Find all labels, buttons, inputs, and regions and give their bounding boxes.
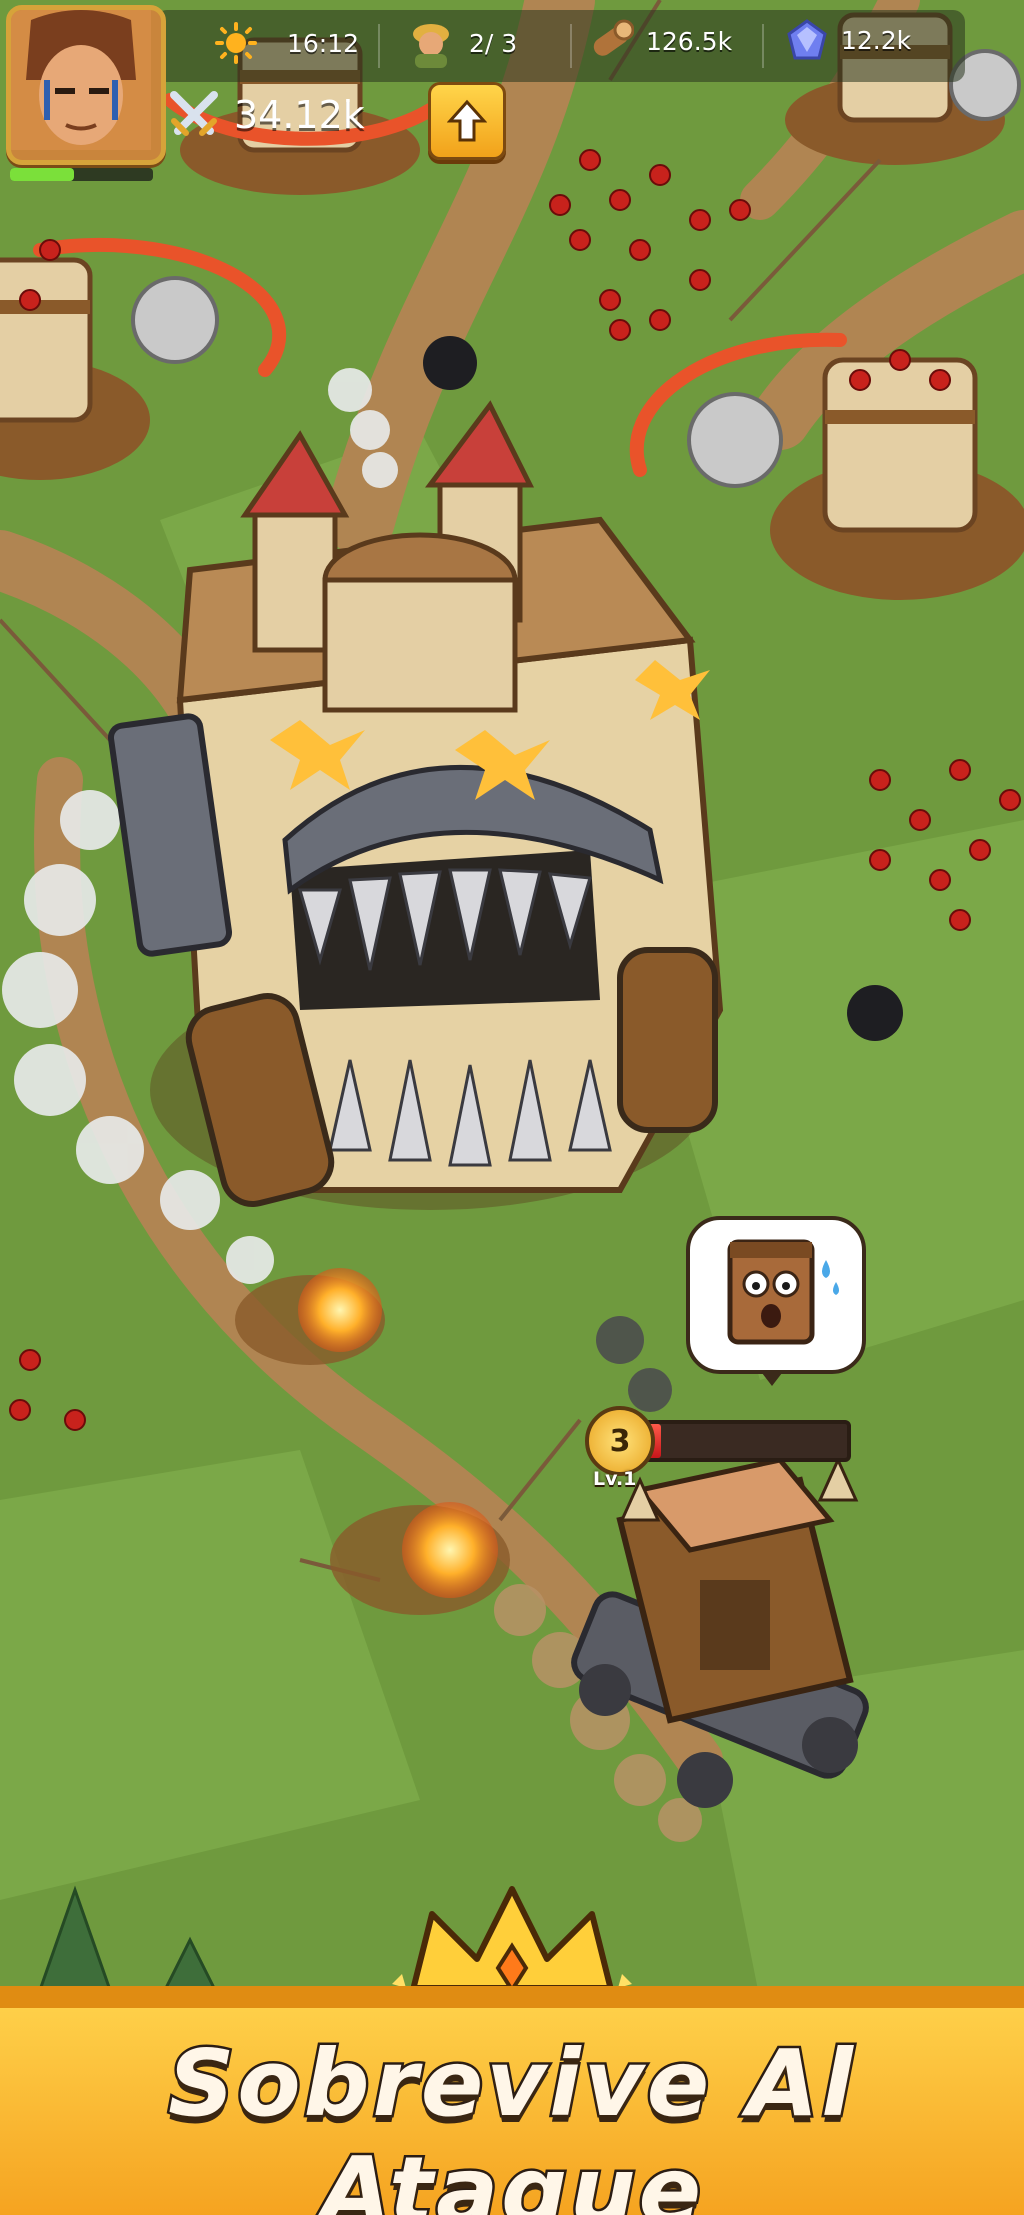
- banner-stripe: [0, 1986, 1024, 2008]
- battlefield-scene: [0, 0, 1024, 2215]
- wood-stat[interactable]: 126.5k: [588, 18, 732, 64]
- cannonball: [423, 336, 477, 390]
- promo-banner: Sobrevive Al Ataque: [0, 1986, 1024, 2215]
- unit-health-bar: [643, 1420, 851, 1462]
- divider: [378, 24, 380, 68]
- worker-icon: [405, 18, 457, 68]
- gem-icon: [785, 18, 829, 62]
- scared-crate-emoji: [727, 1239, 839, 1345]
- unit-level-label: Lv.1: [593, 1468, 637, 1490]
- gems-value: 12.2k: [841, 25, 912, 55]
- workers-stat[interactable]: 2/ 3: [405, 18, 517, 68]
- banner-title: Sobrevive Al Ataque: [166, 2028, 856, 2215]
- gems-stat[interactable]: 12.2k: [785, 18, 911, 62]
- workers-value: 2/ 3: [469, 28, 518, 58]
- wood-value: 126.5k: [646, 26, 733, 56]
- hero-avatar-button[interactable]: [6, 5, 166, 165]
- unit-level-badge: 3: [585, 1406, 655, 1476]
- combat-power-value: 34.12k: [234, 93, 365, 137]
- time-stat: 16:12: [215, 22, 359, 64]
- divider: [762, 24, 764, 68]
- sun-icon: [215, 22, 257, 64]
- game-screen: 16:12 2/ 3 126.5k 12.2k 34.12k 3 Lv.1 So…: [0, 0, 1024, 2215]
- wood-log-icon: [588, 18, 634, 64]
- xp-bar: [10, 168, 153, 181]
- divider: [570, 24, 572, 68]
- xp-bar-fill: [10, 168, 75, 181]
- upgrade-button[interactable]: [428, 82, 506, 160]
- crossed-swords-icon: [168, 89, 220, 141]
- speech-bubble: [686, 1216, 866, 1374]
- cannonball: [847, 985, 903, 1041]
- hero-portrait: [11, 10, 151, 150]
- upgrade-arrow-icon: [447, 99, 487, 142]
- combat-power: 34.12k: [168, 85, 365, 145]
- time-value: 16:12: [287, 28, 360, 58]
